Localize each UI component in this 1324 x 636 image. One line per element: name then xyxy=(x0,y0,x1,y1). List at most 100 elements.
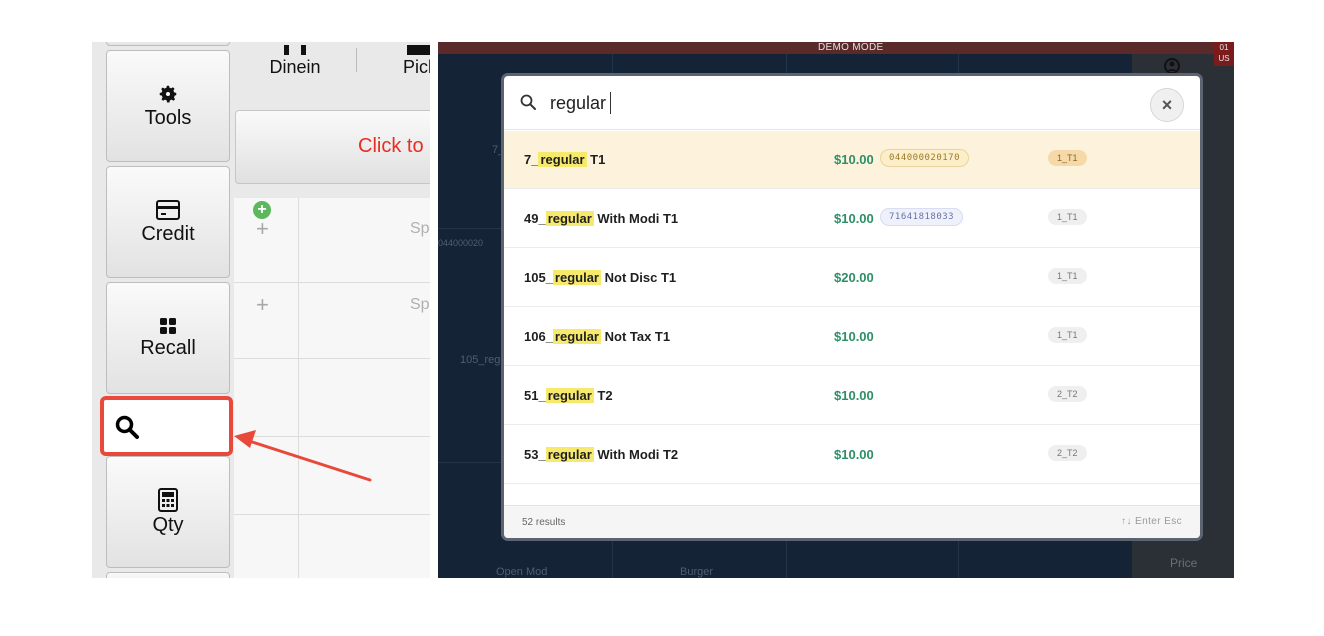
result-name-suffix: With Modi T1 xyxy=(593,211,679,226)
result-name-highlight: regular xyxy=(545,388,594,403)
gear-icon xyxy=(159,85,177,103)
grid-item-label: Sp xyxy=(410,220,430,237)
sidebar-button-partial[interactable] xyxy=(106,42,230,46)
credit-label: Credit xyxy=(141,222,195,245)
result-name-highlight: regular xyxy=(538,152,587,167)
grid-item-label: Sp xyxy=(410,296,430,313)
result-name-prefix: 51_ xyxy=(524,388,546,403)
item-grid: + + + Sp Sp xyxy=(234,198,430,578)
result-category-badge: 1_T1 xyxy=(1048,327,1087,343)
order-type-label: Dinein xyxy=(269,57,321,77)
search-result-row[interactable]: 106_ regular Not Tax T1 $10.00 1_T1 xyxy=(504,308,1200,366)
grid-divider xyxy=(298,198,299,578)
result-name-highlight: regular xyxy=(545,211,594,226)
result-name: 51_ regular T2 xyxy=(524,388,613,403)
result-name-suffix: Not Disc T1 xyxy=(601,270,677,285)
result-name: 105_ regular Not Disc T1 xyxy=(524,270,676,285)
search-results-list: 7_ regular T1 $10.00 044000020170 1_T1 49_ reg… xyxy=(504,131,1200,505)
screenshot-canvas: Dinein Pick Tools Credit xyxy=(0,0,1324,636)
result-name-highlight: regular xyxy=(545,447,594,462)
search-button[interactable] xyxy=(100,396,233,456)
result-name: 106_ regular Not Tax T1 xyxy=(524,329,670,344)
search-icon xyxy=(520,94,536,110)
result-category-badge: 1_T1 xyxy=(1048,268,1087,284)
bg-item-label: 7_ xyxy=(492,144,505,156)
grid-divider xyxy=(234,436,430,437)
qty-label: Qty xyxy=(152,513,184,536)
plus-icon[interactable]: + xyxy=(256,216,269,242)
pos-sidebar-panel: Dinein Pick Tools Credit xyxy=(92,42,430,578)
result-price: $10.00 xyxy=(834,388,874,403)
click-to-banner[interactable]: Click to xyxy=(235,110,430,184)
qty-button[interactable]: Qty xyxy=(106,456,230,568)
search-result-row[interactable]: 49_ regular With Modi T1 $10.00 71641818033… xyxy=(504,190,1200,248)
result-name-suffix: Not Tax T1 xyxy=(601,329,671,344)
result-price: $10.00 xyxy=(834,152,874,167)
demo-mode-label: DEMO MODE xyxy=(818,42,884,53)
calculator-icon xyxy=(158,487,178,512)
search-header: × xyxy=(504,76,1200,130)
credit-button[interactable]: Credit xyxy=(106,166,230,278)
result-barcode-badge: 71641818033 xyxy=(880,208,964,226)
bg-item-label: 105_reg xyxy=(460,354,501,366)
result-category-badge: 2_T2 xyxy=(1048,445,1087,461)
search-result-row[interactable]: 53_ regular With Modi T2 $10.00 2_T2 xyxy=(504,426,1200,484)
search-result-row-partial[interactable] xyxy=(504,485,1200,505)
result-name-suffix: With Modi T2 xyxy=(593,447,679,462)
tools-label: Tools xyxy=(144,106,192,129)
sidebar-button-partial-bottom[interactable] xyxy=(106,572,230,578)
result-barcode-badge: 044000020170 xyxy=(880,149,970,167)
recall-button[interactable]: Recall xyxy=(106,282,230,394)
result-name-highlight: regular xyxy=(552,329,601,344)
result-name-prefix: 105_ xyxy=(524,270,553,285)
order-type-label: Pick xyxy=(402,57,430,77)
grid-icon xyxy=(160,317,176,334)
result-name-prefix: 7_ xyxy=(524,152,539,167)
text-caret xyxy=(610,92,611,114)
result-name-prefix: 106_ xyxy=(524,329,553,344)
dinein-icon xyxy=(284,45,306,55)
result-name: 49_ regular With Modi T1 xyxy=(524,211,678,226)
result-price: $10.00 xyxy=(834,211,874,226)
result-name: 53_ regular With Modi T2 xyxy=(524,447,678,462)
pickup-icon xyxy=(407,45,430,55)
result-category-badge: 1_T1 xyxy=(1048,209,1087,225)
result-name-suffix: T1 xyxy=(586,152,606,167)
search-footer: 52 results ↑↓ Enter Esc xyxy=(504,505,1200,538)
plus-icon[interactable]: + xyxy=(256,292,269,318)
result-name-suffix: T2 xyxy=(593,388,613,403)
bg-item-label: 044000020 xyxy=(438,238,484,248)
grid-divider xyxy=(234,358,430,359)
result-name-prefix: 53_ xyxy=(524,447,546,462)
order-type-dinein[interactable]: Dinein xyxy=(260,42,330,108)
order-type-divider xyxy=(356,48,357,72)
search-input[interactable] xyxy=(550,89,1110,117)
keyboard-hint: ↑↓ Enter Esc xyxy=(1121,516,1182,527)
user-icon[interactable] xyxy=(1164,58,1180,74)
close-button[interactable]: × xyxy=(1150,88,1184,122)
search-modal: × 7_regular T1$10.000440000201701_T149_r… xyxy=(504,76,1200,538)
bg-item-label: Open Mod xyxy=(496,566,548,578)
search-result-row[interactable]: 105_ regular Not Disc T1 $20.00 1_T1 xyxy=(504,249,1200,307)
result-price: $10.00 xyxy=(834,329,874,344)
pos-main-panel: DEMO MODE 7_ 044000020 105_reg Open Mod … xyxy=(438,42,1234,578)
order-type-pick[interactable]: Pick xyxy=(390,42,430,108)
search-result-row[interactable]: 7_ regular T1 $10.00 044000020170 1_T1 xyxy=(504,131,1200,189)
search-icon xyxy=(115,415,139,439)
banner-text: Click to xyxy=(358,135,424,157)
result-name: 7_ regular T1 xyxy=(524,152,605,167)
result-category-badge: 1_T1 xyxy=(1048,150,1087,166)
tools-button[interactable]: Tools xyxy=(106,50,230,162)
status-badge: 01 US xyxy=(1214,42,1234,66)
grid-divider xyxy=(234,514,430,515)
result-name-highlight: regular xyxy=(552,270,601,285)
search-result-row[interactable]: 51_ regular T2 $10.00 2_T2 xyxy=(504,367,1200,425)
close-icon: × xyxy=(1161,95,1173,115)
result-name-prefix: 49_ xyxy=(524,211,546,226)
recall-label: Recall xyxy=(140,336,196,359)
bg-item-label: Burger xyxy=(680,566,714,578)
grid-divider xyxy=(234,282,430,283)
result-category-badge: 2_T2 xyxy=(1048,386,1087,402)
result-price: $20.00 xyxy=(834,270,874,285)
result-price: $10.00 xyxy=(834,447,874,462)
